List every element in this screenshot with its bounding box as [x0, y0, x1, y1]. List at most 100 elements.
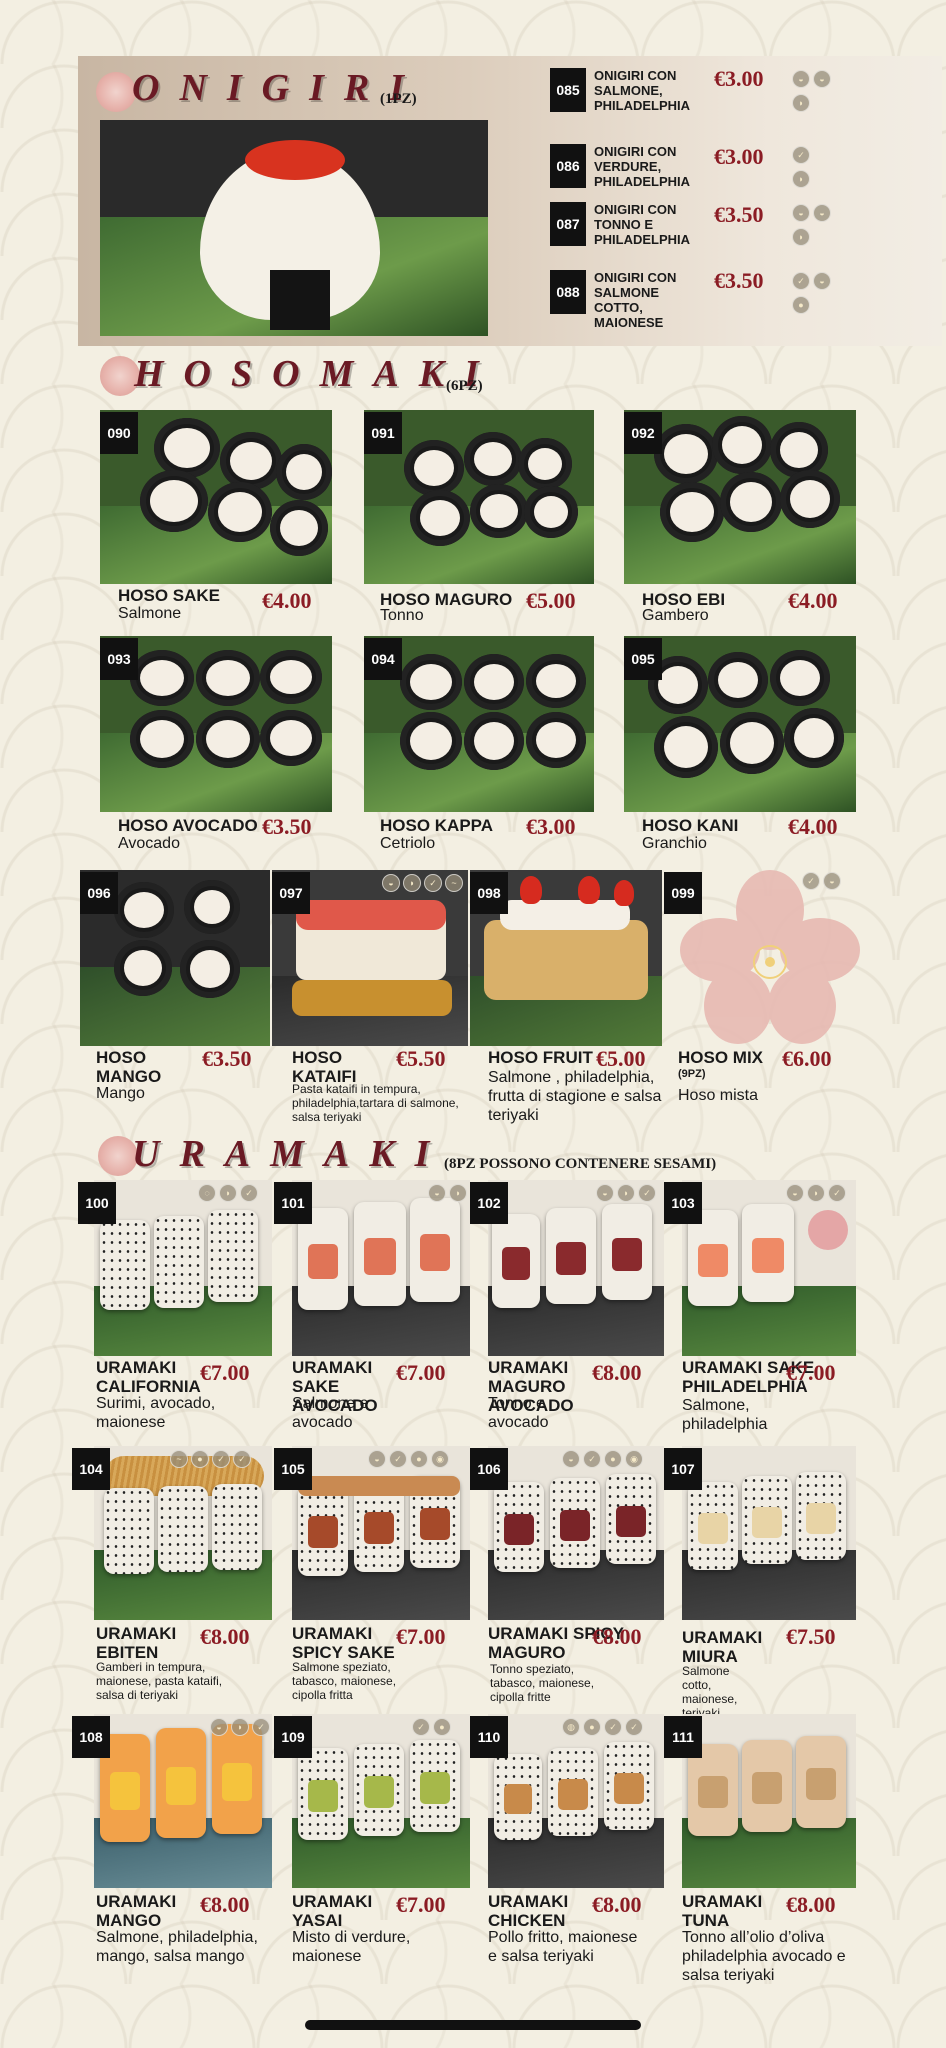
- item-price: €3.00: [714, 66, 764, 91]
- shrimp-icon: ~: [170, 1450, 188, 1468]
- leaf-icon: ✓: [625, 1718, 643, 1736]
- item-price: €3.50: [714, 268, 764, 293]
- egg-icon: ●: [792, 296, 810, 314]
- onion-icon: ◉: [625, 1450, 643, 1468]
- item-name: URAMAKI SPICY SAKE: [292, 1624, 395, 1662]
- item-price: €3.00: [714, 144, 764, 169]
- item-price: €3.50: [714, 202, 764, 227]
- item-photo: [292, 1446, 470, 1620]
- item-pieces: (9PZ): [678, 1068, 706, 1080]
- leaf-icon: ✓: [583, 1450, 601, 1468]
- item-subtitle: Pasta kataifi in tempura, philadelphia,t…: [292, 1082, 459, 1124]
- item-price: €8.00: [592, 1892, 642, 1917]
- item-number: 100: [78, 1182, 116, 1224]
- item-photo: [682, 1180, 856, 1356]
- item-photo: [682, 1446, 856, 1620]
- leaf-icon: ✓: [792, 272, 810, 290]
- item-subtitle: Salmone, philadelphia: [682, 1397, 768, 1433]
- item-price: €3.50: [202, 1046, 252, 1071]
- item-price: €5.50: [396, 1046, 446, 1071]
- item-price: €4.00: [262, 588, 312, 613]
- item-name: URAMAKI YASAI: [292, 1892, 373, 1930]
- item-price: €3.00: [526, 814, 576, 839]
- item-number: 103: [664, 1182, 702, 1224]
- item-number: 098: [470, 872, 508, 914]
- egg-icon: ●: [433, 1718, 451, 1736]
- item-price: €8.00: [786, 1892, 836, 1917]
- item-number: 101: [274, 1182, 312, 1224]
- shrimp-icon: ~: [445, 874, 463, 892]
- fish-icon: ◒: [210, 1718, 228, 1736]
- item-number: 097: [272, 872, 310, 914]
- item-price: €7.00: [786, 1360, 836, 1385]
- leaf-icon: ✓: [604, 1718, 622, 1736]
- item-number: 094: [364, 638, 402, 680]
- item-number: 085: [550, 68, 586, 112]
- home-indicator[interactable]: [305, 2020, 641, 2030]
- item-subtitle: Tonno speziato, tabasco, maionese, cipol…: [490, 1662, 595, 1704]
- chicken-icon: ◍: [562, 1718, 580, 1736]
- item-subtitle: Salmone speziato, tabasco, maionese, cip…: [292, 1660, 397, 1702]
- section-pcs-uramaki: (8PZ POSSONO CONTENERE SESAMI): [444, 1156, 717, 1172]
- fish-icon: ◒: [792, 70, 810, 88]
- item-name: URAMAKI SAKE PHILADELPHIA: [682, 1358, 815, 1396]
- fish-icon: ◒: [368, 1450, 386, 1468]
- egg-icon: ●: [583, 1718, 601, 1736]
- item-price: €7.00: [200, 1360, 250, 1385]
- item-number: 092: [624, 412, 662, 454]
- item-subtitle: Tonno: [380, 607, 424, 624]
- item-number: 107: [664, 1448, 702, 1490]
- item-price: €4.00: [788, 588, 838, 613]
- leaf-icon: ✓: [412, 1718, 430, 1736]
- item-price: €5.00: [596, 1046, 646, 1071]
- fish-icon: ◒: [596, 1184, 614, 1202]
- item-number: 102: [470, 1182, 508, 1224]
- item-name: HOSO AVOCADO: [118, 816, 258, 835]
- item-name: URAMAKI EBITEN: [96, 1624, 177, 1662]
- item-photo: [488, 1180, 664, 1356]
- item-name: ONIGIRI CON VERDURE, PHILADELPHIA: [594, 144, 691, 189]
- item-name: URAMAKI MIURA: [682, 1628, 763, 1666]
- item-number: 110: [470, 1716, 508, 1758]
- item-number: 099: [664, 872, 702, 914]
- leaf-icon: ✓: [389, 1450, 407, 1468]
- cheese-icon: ◗: [231, 1718, 249, 1736]
- item-number: 105: [274, 1448, 312, 1490]
- item-name: ONIGIRI CON TONNO E PHILADELPHIA: [594, 202, 691, 247]
- avocado-icon: ◗: [449, 1184, 467, 1202]
- item-price: €8.00: [592, 1360, 642, 1385]
- leaf-icon: ✓: [252, 1718, 270, 1736]
- fish-icon: ◒: [786, 1184, 804, 1202]
- fish-icon: ◒: [823, 872, 841, 890]
- item-number: 095: [624, 638, 662, 680]
- item-price: €7.00: [396, 1360, 446, 1385]
- item-name: HOSO KANI: [642, 816, 739, 835]
- item-number: 086: [550, 144, 586, 188]
- leaf-icon: ✓: [802, 872, 820, 890]
- leaf-icon: ✓: [240, 1184, 258, 1202]
- leaf-icon: ✓: [792, 146, 810, 164]
- fish-icon: ◒: [562, 1450, 580, 1468]
- section-pcs-onigiri: (1PZ): [380, 91, 417, 107]
- item-subtitle: Salmone cotto, maionese, teriyaki: [682, 1664, 738, 1720]
- cheese-icon: ◗: [403, 874, 421, 892]
- item-subtitle: Surimi, avocado, maionese: [96, 1395, 216, 1431]
- leaf-icon: ✓: [212, 1450, 230, 1468]
- item-photo: [292, 1180, 470, 1356]
- item-price: €6.00: [782, 1046, 832, 1071]
- item-subtitle: Gamberi in tempura, maionese, pasta kata…: [96, 1660, 223, 1702]
- item-subtitle: Tonno e avocado: [488, 1395, 549, 1431]
- cheese-icon: ◗: [807, 1184, 825, 1202]
- item-name: URAMAKI MANGO: [96, 1892, 177, 1930]
- leaf-icon: ✓: [828, 1184, 846, 1202]
- item-subtitle: Misto di verdure, maionese: [292, 1929, 411, 1965]
- item-price: €8.00: [200, 1624, 250, 1649]
- cheese-icon: ◗: [792, 94, 810, 112]
- item-subtitle: Salmone: [118, 605, 182, 622]
- fish-icon: ◒: [792, 204, 810, 222]
- item-photo: [94, 1714, 272, 1888]
- leaf-icon: ✓: [424, 874, 442, 892]
- item-subtitle: Granchio: [642, 835, 707, 852]
- item-number: 090: [100, 412, 138, 454]
- item-subtitle: Salmone e avocado: [292, 1395, 369, 1431]
